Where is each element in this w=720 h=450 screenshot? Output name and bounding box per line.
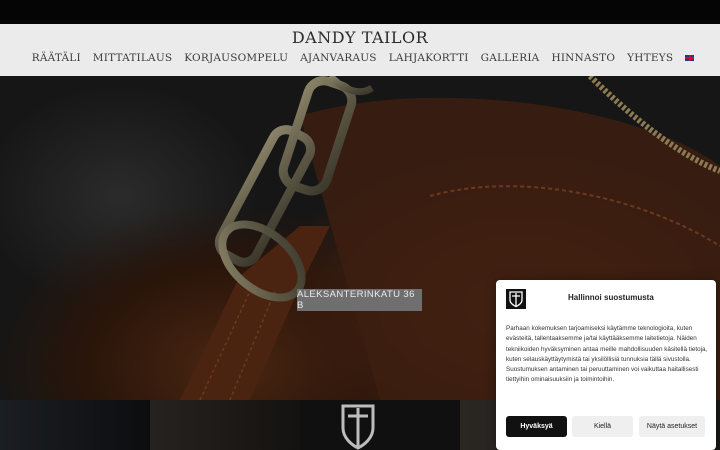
nav-item-galleria[interactable]: GALLERIA [475, 52, 546, 64]
gallery-image-3 [300, 400, 460, 450]
nav-item-mittatilaus[interactable]: MITTATILAUS [87, 52, 178, 64]
nav-item-ajanvaraus[interactable]: AJANVARAUS [294, 52, 383, 64]
address-button[interactable]: ALEKSANTERINKATU 36 B [297, 289, 422, 311]
nav-item-korjausompelu[interactable]: KORJAUSOMPELU [178, 52, 294, 64]
site-title[interactable]: DANDY TAILOR [0, 28, 720, 47]
top-strip [0, 0, 720, 24]
cookie-consent-dialog: Hallinnoi suostumusta Parhaan kokemuksen… [496, 280, 716, 450]
uk-flag-icon[interactable] [685, 55, 695, 61]
shield-logo-icon [341, 404, 375, 450]
gallery-image-1 [0, 400, 150, 450]
deny-button[interactable]: Kiellä [572, 416, 633, 437]
main-nav: RÄÄTÄLI MITTATILAUS KORJAUSOMPELU AJANVA… [0, 52, 720, 64]
dandy-tailor-shield-icon [506, 289, 526, 309]
consent-title: Hallinnoi suostumusta [568, 293, 654, 302]
accept-button[interactable]: Hyväksyä [506, 416, 567, 437]
consent-text: Parhaan kokemuksen tarjoamiseksi käytämm… [506, 325, 708, 384]
site-header: DANDY TAILOR RÄÄTÄLI MITTATILAUS KORJAUS… [0, 24, 720, 76]
nav-item-raatali[interactable]: RÄÄTÄLI [26, 52, 87, 64]
gallery-image-2 [150, 400, 300, 450]
nav-item-hinnasto[interactable]: HINNASTO [545, 52, 621, 64]
nav-item-yhteys[interactable]: YHTEYS [621, 52, 679, 64]
show-settings-button[interactable]: Näytä asetukset [639, 416, 705, 437]
nav-item-lahjakortti[interactable]: LAHJAKORTTI [383, 52, 475, 64]
